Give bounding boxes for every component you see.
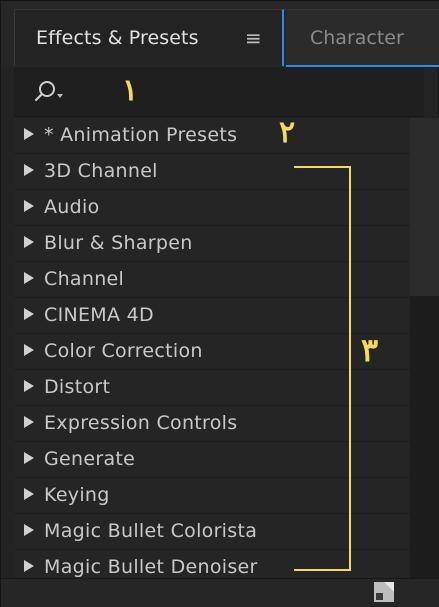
expand-triangle-icon[interactable] — [24, 200, 34, 212]
tab-character[interactable]: Character — [286, 9, 439, 66]
expand-triangle-icon[interactable] — [24, 524, 34, 536]
list-item-label: 3D Channel — [44, 160, 158, 182]
expand-triangle-icon[interactable] — [24, 164, 34, 176]
list-item-label: Audio — [44, 196, 100, 218]
annotation-2: ٢ — [279, 115, 296, 150]
effects-presets-panel: Effects & Presets ≡ Character ١ * Animat… — [0, 0, 439, 607]
list-item-label: Magic Bullet Colorista — [44, 520, 258, 542]
expand-triangle-icon[interactable] — [24, 452, 34, 464]
annotation-bracket — [294, 166, 351, 571]
list-item-label: Channel — [44, 268, 125, 290]
hamburger-menu-icon[interactable]: ≡ — [245, 26, 262, 50]
list-item[interactable]: * Animation Presets — [14, 118, 410, 154]
expand-triangle-icon[interactable] — [24, 128, 34, 140]
expand-triangle-icon[interactable] — [24, 416, 34, 428]
list-item-label: Generate — [44, 448, 136, 470]
annotation-3: ٣ — [361, 331, 379, 369]
list-item-label: CINEMA 4D — [44, 304, 154, 326]
expand-triangle-icon[interactable] — [24, 236, 34, 248]
list-item-label: Distort — [44, 376, 111, 398]
search-icon[interactable] — [33, 79, 67, 105]
tab-bar: Effects & Presets ≡ Character — [1, 1, 439, 67]
list-item-label: Blur & Sharpen — [44, 232, 193, 254]
expand-triangle-icon[interactable] — [24, 488, 34, 500]
list-item-label: Expression Controls — [44, 412, 238, 434]
expand-triangle-icon[interactable] — [24, 308, 34, 320]
expand-triangle-icon[interactable] — [24, 272, 34, 284]
expand-triangle-icon[interactable] — [24, 344, 34, 356]
scrollbar-thumb[interactable] — [410, 118, 439, 296]
search-row: ١ — [14, 67, 424, 117]
list-item-label: * Animation Presets — [44, 124, 238, 146]
list-item-label: Keying — [44, 484, 110, 506]
tab-effects-presets[interactable]: Effects & Presets ≡ — [14, 9, 284, 66]
expand-triangle-icon[interactable] — [24, 380, 34, 392]
list-item-label: Magic Bullet Denoiser — [44, 556, 258, 578]
tab-effects-presets-label: Effects & Presets — [36, 27, 199, 49]
list-item-label: Color Correction — [44, 340, 203, 362]
expand-triangle-icon[interactable] — [24, 560, 34, 572]
annotation-1: ١ — [122, 73, 139, 108]
new-bin-icon[interactable] — [373, 581, 395, 603]
tab-character-label: Character — [310, 27, 404, 49]
